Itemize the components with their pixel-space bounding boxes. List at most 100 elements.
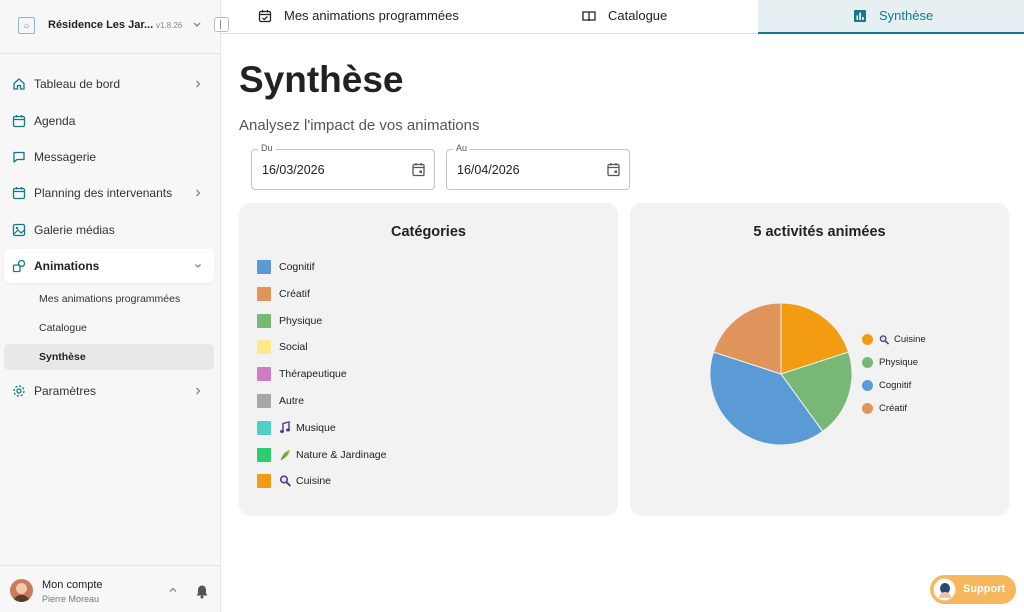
- date-to-value: 16/04/2026: [457, 163, 520, 177]
- category-label: Cognitif: [279, 261, 315, 273]
- tab-synthese[interactable]: Synthèse: [758, 0, 1024, 34]
- account-menu[interactable]: Mon compte Pierre Moreau: [0, 565, 221, 612]
- chevron-down-icon: [193, 22, 201, 27]
- chevron-down-icon: [195, 264, 201, 268]
- sidebar-item-label: Animations: [34, 259, 100, 273]
- chat-icon: [13, 151, 25, 163]
- sidebar-subitem-synthese[interactable]: Synthèse: [4, 344, 214, 370]
- sidebar-item-animations[interactable]: Animations: [4, 249, 214, 283]
- category-swatch: [257, 367, 271, 382]
- pie-legend-label: Physique: [879, 357, 919, 368]
- chevron-right-icon: [196, 387, 201, 395]
- sidebar-item-agenda[interactable]: Agenda: [4, 104, 214, 138]
- pie-legend-dot: [862, 334, 873, 345]
- category-swatch: [257, 286, 271, 301]
- sidebar-item-parametres[interactable]: Paramètres: [4, 374, 214, 408]
- residence-logo: ⌂: [18, 17, 35, 34]
- sidebar-item-label: Agenda: [34, 114, 76, 128]
- sidebar-subitem-label: Synthèse: [39, 351, 86, 363]
- sidebar-subitem-mes-animations[interactable]: Mes animations programmées: [4, 286, 214, 312]
- support-button[interactable]: Support: [930, 575, 1016, 604]
- category-swatch: [257, 340, 271, 355]
- pie-legend-dot: [862, 380, 873, 391]
- tab-label: Catalogue: [608, 8, 668, 23]
- account-user-name: Pierre Moreau: [42, 594, 100, 604]
- category-swatch: [257, 474, 271, 489]
- sidebar-item-label: Planning des intervenants: [34, 186, 173, 200]
- date-from-field[interactable]: Du 16/03/2026: [251, 143, 435, 190]
- category-label: Musique: [296, 421, 336, 434]
- activities-card-title: 5 activités animées: [753, 224, 886, 240]
- sidebar-item-messagerie[interactable]: Messagerie: [4, 140, 214, 174]
- support-label: Support: [963, 583, 1006, 595]
- magnifier-icon: [279, 475, 291, 487]
- sidebar-item-galerie-medias[interactable]: Galerie médias: [4, 213, 214, 247]
- categories-card: Catégories Cognitif Créatif Physique Social…: [239, 203, 618, 516]
- page-subtitle: Analysez l'impact de vos animations: [239, 117, 480, 134]
- pie-legend-label: Cognitif: [879, 380, 912, 391]
- page-title: Synthèse: [239, 59, 404, 100]
- sidebar-item-label: Tableau de bord: [34, 77, 121, 91]
- chevron-up-icon[interactable]: [168, 586, 178, 594]
- date-to-field[interactable]: Au 16/04/2026: [446, 143, 630, 190]
- tab-label: Synthèse: [879, 8, 934, 23]
- sidebar-item-planning-des-intervenants[interactable]: Planning des intervenants: [4, 176, 214, 210]
- sidebar-item-label: Galerie médias: [34, 223, 115, 237]
- support-avatar: [933, 578, 956, 601]
- calendar-check-icon: [258, 10, 272, 23]
- shapes-icon: [12, 259, 26, 273]
- organization-switcher[interactable]: ⌂ Résidence Les Jar... v1.8.26: [0, 0, 221, 54]
- chevron-right-icon: [196, 80, 201, 88]
- categories-card-title: Catégories: [391, 224, 466, 240]
- category-label: Social: [279, 341, 308, 354]
- date-from-value: 16/03/2026: [262, 163, 325, 177]
- sidebar-item-label: Messagerie: [34, 150, 97, 164]
- category-label: Cuisine: [296, 475, 332, 488]
- category-label: Thérapeutique: [279, 368, 347, 381]
- category-label: Physique: [279, 314, 323, 327]
- pie-legend-dot: [862, 357, 873, 368]
- sidebar-subitem-catalogue[interactable]: Catalogue: [4, 315, 214, 341]
- date-to-label: Au: [453, 143, 471, 153]
- category-swatch: [257, 394, 271, 408]
- pie-legend-label: Créatif: [879, 403, 907, 414]
- bar-chart-icon: [854, 10, 866, 22]
- tab-mes-animations-programmees[interactable]: Mes animations programmées: [221, 0, 491, 34]
- category-label: Créatif: [279, 287, 310, 300]
- tab-label: Mes animations programmées: [284, 8, 459, 23]
- book-icon: [582, 11, 596, 22]
- category-swatch: [257, 447, 271, 462]
- chevron-right-icon: [196, 189, 201, 197]
- calendar-icon: [12, 187, 26, 200]
- bell-icon[interactable]: [195, 584, 209, 599]
- date-from-label: Du: [258, 143, 276, 153]
- sidebar-subitem-label: Mes animations programmées: [39, 293, 181, 305]
- sidebar-subitem-label: Catalogue: [39, 322, 87, 334]
- sidebar-item-label: Paramètres: [34, 384, 97, 398]
- category-swatch: [257, 313, 271, 328]
- sidebar-collapse-button[interactable]: [214, 17, 229, 32]
- avatar: [10, 579, 33, 602]
- image-icon: [12, 223, 26, 237]
- calendar-icon[interactable]: [411, 162, 426, 177]
- category-swatch: [257, 420, 271, 435]
- category-label: Nature & Jardinage: [296, 448, 387, 461]
- app-version: v1.8.26: [156, 21, 183, 30]
- account-title: Mon compte: [42, 579, 103, 591]
- music-note-icon: [280, 420, 290, 433]
- category-swatch: [257, 260, 271, 274]
- pie-legend-dot: [862, 403, 873, 414]
- organization-name: Résidence Les Jar...: [48, 19, 154, 31]
- tab-catalogue[interactable]: Catalogue: [491, 0, 758, 34]
- calendar-icon[interactable]: [606, 162, 621, 177]
- tab-bar: Mes animations programmées Catalogue Syn…: [221, 0, 1024, 34]
- calendar-icon: [12, 115, 26, 128]
- category-label: Autre: [279, 395, 305, 407]
- home-icon: [13, 78, 25, 90]
- pie-legend-label: Cuisine: [894, 334, 926, 345]
- sidebar-item-tableau-de-bord[interactable]: Tableau de bord: [4, 67, 214, 101]
- activities-pie-chart: [709, 302, 853, 446]
- magnifier-icon: [879, 335, 889, 345]
- sidebar: ⌂ Résidence Les Jar... v1.8.26 Tableau d…: [0, 0, 221, 612]
- gear-icon: [13, 385, 25, 397]
